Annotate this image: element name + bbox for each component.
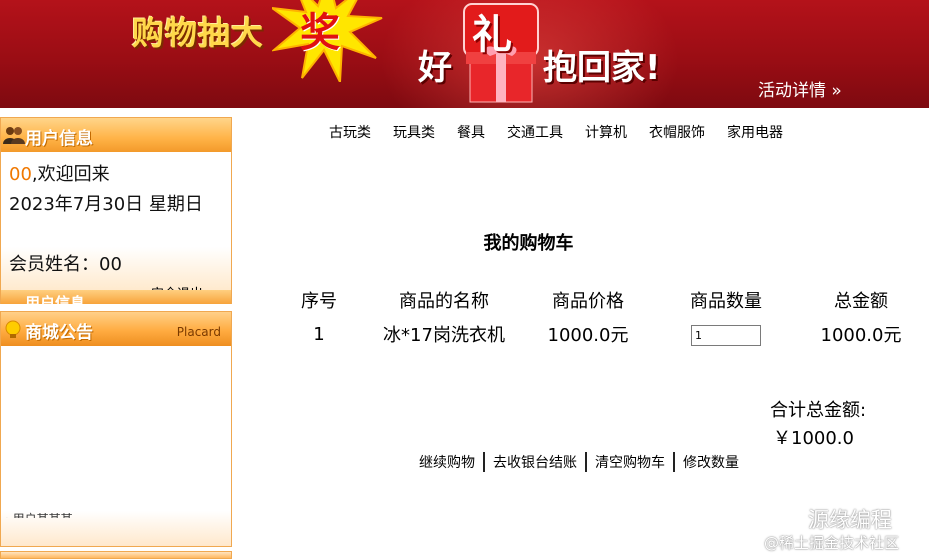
banner-headline-right-b: 抱回家!: [543, 48, 661, 88]
continue-shopping-link[interactable]: 继续购物: [419, 452, 483, 472]
cell-product-name: 冰*17岗洗衣机: [383, 325, 505, 346]
users-icon: [3, 127, 25, 144]
banner-headline-left: 购物抽大: [132, 14, 265, 52]
welcome-line: 00,欢迎回来: [9, 160, 110, 186]
nav-item-computers[interactable]: 计算机: [585, 122, 627, 142]
member-label: 会员姓名：: [9, 254, 99, 275]
banner-gift-char: 礼: [472, 12, 512, 58]
notice-panel: 商城公告 Placard · 用户某某某: [0, 311, 232, 547]
cart-header-row: 序号 商品的名称 商品价格 商品数量 总金额: [290, 283, 906, 317]
clear-cart-link[interactable]: 清空购物车: [587, 452, 673, 472]
checkout-link[interactable]: 去收银台结账: [485, 452, 585, 472]
cart-table: 序号 商品的名称 商品价格 商品数量 总金额 1 冰*17岗洗衣机 1000.0…: [290, 283, 906, 351]
grand-total-label: 合计总金额:: [770, 400, 867, 421]
user-info-header: 用户信息: [1, 118, 231, 152]
welcome-text: ,欢迎回来: [31, 164, 110, 185]
notice-title: 商城公告: [25, 323, 93, 343]
update-quantity-link[interactable]: 修改数量: [675, 452, 747, 472]
ghost-panel-title: 用户信息: [25, 294, 86, 304]
cart-actions: 继续购物 去收银台结账 清空购物车 修改数量: [419, 452, 747, 472]
date-line: 2023年7月30日 星期日: [9, 194, 203, 215]
panel-bottom-strip: [0, 551, 232, 559]
category-nav: 古玩类 玩具类 餐具 交通工具 计算机 衣帽服饰 家用电器: [329, 122, 783, 142]
cart-title: 我的购物车: [483, 233, 574, 254]
column-header-quantity: 商品数量: [690, 291, 762, 312]
user-info-panel: 用户信息 00,欢迎回来 2023年7月30日 星期日 会员姓名：00 安全退出: [0, 117, 232, 303]
promo-banner: 购物抽大 奖 好 礼 抱回家! 活动详情 »: [0, 0, 929, 108]
banner-headline-right-a: 好: [418, 48, 452, 88]
watermark-line2: @稀土掘金技术社区: [764, 534, 900, 552]
cell-index: 1: [313, 323, 325, 345]
member-name: 00: [99, 254, 122, 275]
nav-item-tableware[interactable]: 餐具: [457, 122, 485, 142]
watermark-line1: 源缘编程: [808, 508, 892, 532]
notice-item[interactable]: · 用户某某某: [5, 510, 73, 518]
quantity-input[interactable]: [691, 324, 761, 346]
activity-details-link[interactable]: 活动详情 »: [758, 76, 842, 101]
cell-price: 1000.0元: [547, 325, 629, 346]
table-row: 1 冰*17岗洗衣机 1000.0元 1000.0元: [290, 317, 906, 351]
column-header-total: 总金额: [834, 291, 888, 312]
notice-subtitle: Placard: [176, 325, 221, 339]
bulb-icon: [5, 320, 21, 338]
cell-total: 1000.0元: [820, 325, 902, 346]
grand-total-value: ￥1000.0: [773, 428, 854, 449]
banner-burst-char: 奖: [300, 10, 340, 56]
notice-header: 商城公告 Placard: [1, 312, 231, 346]
column-header-price: 商品价格: [552, 291, 624, 312]
username: 00: [9, 164, 32, 185]
nav-item-appliances[interactable]: 家用电器: [727, 122, 783, 142]
nav-item-toys[interactable]: 玩具类: [393, 122, 435, 142]
nav-item-clothing[interactable]: 衣帽服饰: [649, 122, 705, 142]
column-header-name: 商品的名称: [399, 291, 489, 312]
cell-quantity: [636, 317, 816, 351]
user-info-title: 用户信息: [25, 129, 93, 149]
column-header-index: 序号: [301, 291, 337, 312]
nav-item-antiques[interactable]: 古玩类: [329, 122, 371, 142]
nav-item-vehicles[interactable]: 交通工具: [507, 122, 563, 142]
ghost-panel-header: 用户信息: [0, 290, 232, 304]
wechat-icon: [765, 505, 799, 529]
